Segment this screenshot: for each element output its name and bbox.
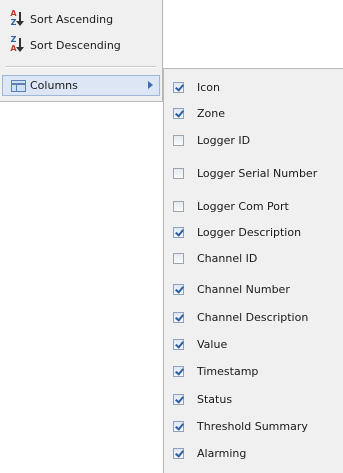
column-toggle-alarming[interactable]: Alarming — [164, 441, 342, 467]
column-checkbox[interactable] — [173, 108, 184, 119]
sort-descending-icon: Z A — [10, 36, 26, 54]
column-label: Channel Number — [197, 283, 290, 296]
sort-ascending-icon: A Z — [10, 10, 26, 28]
column-checkbox[interactable] — [173, 201, 184, 212]
sort-ascending-label: Sort Ascending — [30, 12, 114, 26]
column-checkbox[interactable] — [173, 284, 184, 295]
column-checkbox[interactable] — [173, 82, 184, 93]
column-checkbox[interactable] — [173, 168, 184, 179]
column-toggle-logger-id[interactable]: Logger ID — [164, 128, 342, 154]
column-label: Icon — [197, 81, 220, 94]
column-label: Zone — [197, 107, 226, 120]
column-toggle-logger-serial-number[interactable]: Logger Serial Number — [164, 161, 342, 187]
column-label: Logger ID — [197, 134, 251, 147]
column-checkbox[interactable] — [173, 227, 184, 238]
column-label: Channel ID — [197, 252, 258, 265]
sort-descending-item[interactable]: Z A Sort Descending — [0, 34, 162, 56]
column-label: Logger Com Port — [197, 200, 289, 213]
column-toggle-threshold-summary[interactable]: Threshold Summary — [164, 414, 342, 440]
column-toggle-channel-id[interactable]: Channel ID — [164, 246, 342, 272]
column-toggle-channel-description[interactable]: Channel Description — [164, 305, 342, 331]
column-context-menu: A Z Sort Ascending Z A Sort Descending C… — [0, 0, 163, 102]
column-checkbox[interactable] — [173, 448, 184, 459]
column-toggle-value[interactable]: Value — [164, 332, 342, 358]
column-checkbox[interactable] — [173, 421, 184, 432]
menu-separator — [6, 66, 156, 68]
column-checkbox[interactable] — [173, 339, 184, 350]
column-label: Timestamp — [197, 365, 259, 378]
columns-label: Columns — [30, 79, 78, 92]
column-label: Status — [197, 393, 233, 406]
column-toggle-icon[interactable]: Icon — [164, 75, 342, 101]
column-toggle-channel-number[interactable]: Channel Number — [164, 277, 342, 303]
submenu-arrow-icon — [148, 81, 153, 89]
column-toggle-logger-description[interactable]: Logger Description — [164, 220, 342, 246]
sort-descending-label: Sort Descending — [30, 38, 121, 52]
column-checkbox[interactable] — [173, 312, 184, 323]
column-toggle-status[interactable]: Status — [164, 387, 342, 413]
columns-submenu: Icon Zone Logger ID Logger Serial Number… — [163, 68, 343, 473]
column-label: Logger Serial Number — [197, 167, 318, 180]
columns-icon — [11, 80, 26, 92]
column-label: Value — [197, 338, 228, 351]
sort-ascending-item[interactable]: A Z Sort Ascending — [0, 8, 162, 30]
column-label: Threshold Summary — [197, 420, 308, 433]
column-checkbox[interactable] — [173, 366, 184, 377]
column-label: Logger Description — [197, 226, 302, 239]
column-checkbox[interactable] — [173, 394, 184, 405]
column-toggle-zone[interactable]: Zone — [164, 101, 342, 127]
column-label: Channel Description — [197, 311, 309, 324]
column-label: Alarming — [197, 447, 247, 460]
columns-menu-item[interactable]: Columns — [2, 75, 160, 96]
column-toggle-logger-com-port[interactable]: Logger Com Port — [164, 194, 342, 220]
column-checkbox[interactable] — [173, 253, 184, 264]
column-checkbox[interactable] — [173, 135, 184, 146]
context-menu-stage: A Z Sort Ascending Z A Sort Descending C… — [0, 0, 343, 473]
column-toggle-timestamp[interactable]: Timestamp — [164, 359, 342, 385]
